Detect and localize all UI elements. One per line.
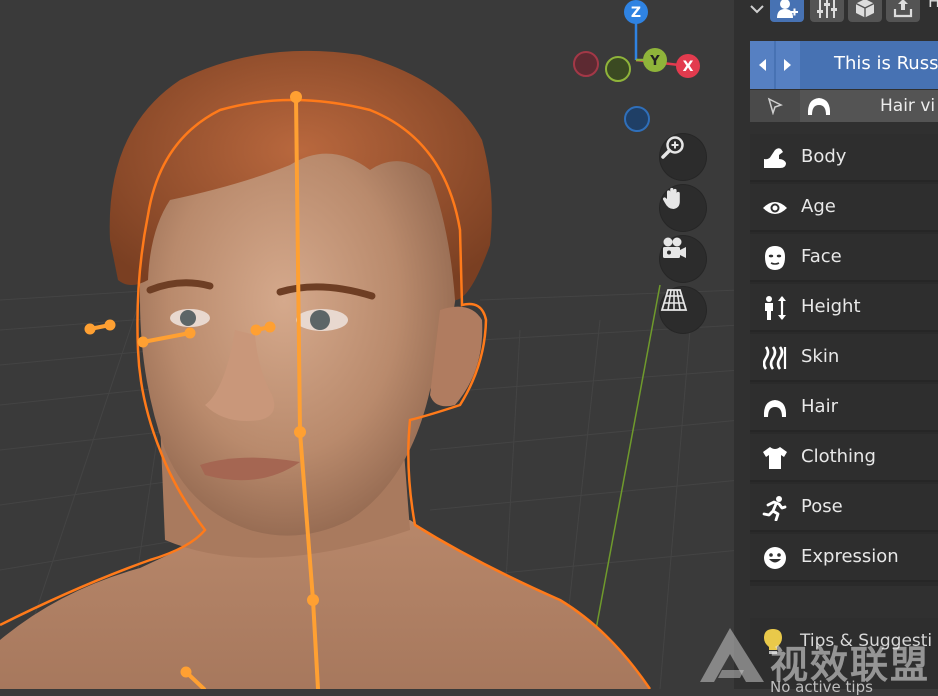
height-icon [765,296,786,320]
category-label: Hair [801,396,838,417]
preset-name: This is Russ [834,53,938,74]
category-label: Body [801,146,847,167]
running-figure-icon [762,496,787,521]
category-label: Expression [801,546,899,567]
shirt-icon [763,447,787,469]
category-label: Skin [801,346,840,367]
category-clothing[interactable]: Clothing [750,434,938,482]
tab-human-add[interactable] [770,0,804,22]
category-label: Height [801,296,861,317]
category-label: Age [801,196,836,217]
panel-header: H [734,0,938,24]
category-label: Pose [801,496,843,517]
lightbulb-icon [764,629,782,654]
perspective-toggle-button[interactable] [660,287,706,333]
eye-icon [763,202,787,214]
category-expression[interactable]: Expression [750,534,938,582]
category-body[interactable]: Body [750,134,938,182]
tab-settings[interactable] [810,0,844,22]
body-arm-icon [764,148,786,168]
preset-selector[interactable]: This is Russ [750,41,938,89]
tab-export[interactable] [886,0,920,22]
panel-title: H [928,0,938,11]
gizmo-x-label: X [683,59,694,75]
skin-icon [763,346,787,370]
category-age[interactable]: Age [750,184,938,232]
category-label: Clothing [801,446,876,467]
category-label: Face [801,246,842,267]
category-skin[interactable]: Skin [750,334,938,382]
hand-pan-icon [662,187,680,209]
camera-icon [663,237,686,258]
category-height[interactable]: Height [750,284,938,332]
gizmo-neg-z [624,106,650,132]
zoom-icon [661,136,684,159]
tab-assets[interactable] [848,0,882,22]
perspective-grid-icon [660,289,688,311]
cube-icon [855,0,875,18]
previous-preset-button[interactable] [750,41,774,89]
category-pose[interactable]: Pose [750,484,938,532]
y-axis-line [593,284,661,641]
zoom-button[interactable] [660,134,706,180]
gizmo-neg-x [605,56,631,82]
category-hair[interactable]: Hair [750,384,938,432]
tips-panel[interactable]: Tips & Suggesti No active tips [750,618,938,696]
category-face[interactable]: Face [750,234,938,282]
camera-view-button[interactable] [660,236,706,282]
tips-title: Tips & Suggesti [800,631,933,651]
hair-icon [763,400,787,417]
gizmo-neg-y [573,51,599,77]
arrow-left-icon [759,59,766,71]
chevron-down-icon [750,5,764,14]
human-generator-panel: H This is Russ Hair vi Body Age Face Hei… [734,0,938,696]
smiley-icon [764,547,786,569]
pan-button[interactable] [660,185,706,231]
face-icon [765,246,785,270]
arrow-right-icon [784,59,791,71]
hair-visibility-row[interactable]: Hair vi [750,90,938,122]
export-icon [893,0,913,18]
hair-icon [807,98,831,115]
cursor-arrow-icon [767,97,783,115]
gizmo-z-label: Z [631,5,641,21]
category-list: Body Age Face Height Skin Hair Clothing … [750,134,938,586]
select-cursor-button[interactable] [750,90,800,122]
gizmo-y-label: Y [649,54,660,69]
axis-gizmo: Z Y X [573,0,700,132]
sliders-icon [817,0,837,18]
tips-subtitle: No active tips [770,678,873,696]
next-preset-button[interactable] [776,41,800,89]
collapse-chevron[interactable] [746,0,768,20]
add-human-icon [777,0,798,18]
hair-visibility-label: Hair vi [880,96,936,116]
